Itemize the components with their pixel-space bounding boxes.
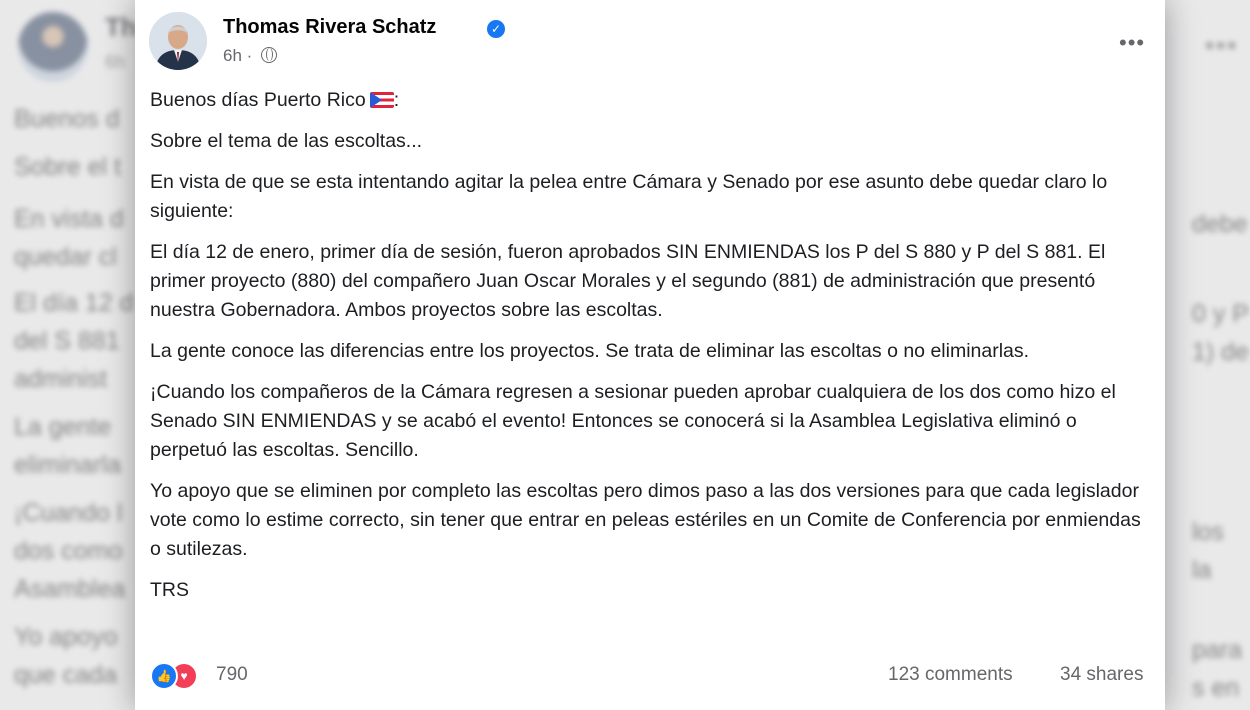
bg-left-line: El día 12 d <box>14 289 134 317</box>
puerto-rico-flag-icon <box>369 92 394 108</box>
post-paragraph: En vista de que se esta intentando agita… <box>150 171 1108 222</box>
post-signature: TRS <box>150 579 189 601</box>
bg-right-line: s en un <box>1192 674 1240 702</box>
post-paragraph: La gente conoce las diferencias entre lo… <box>150 340 1030 362</box>
bg-left-line: eliminarla <box>14 451 121 479</box>
globe-icon <box>261 47 278 63</box>
post-paragraph: Buenos días Puerto Rico: <box>150 89 400 111</box>
post-body: Buenos días Puerto Rico: Sobre el tema d… <box>150 86 1155 617</box>
bg-left-line: Yo apoyo <box>14 623 118 651</box>
like-reaction-icon[interactable]: 👍 <box>150 662 178 690</box>
bg-left-line: del S 881 <box>14 327 120 355</box>
more-options-button[interactable]: ••• <box>1119 30 1145 56</box>
bg-author-fragment: Th <box>105 12 137 42</box>
shares-count-link[interactable]: 34 shares <box>1060 664 1143 686</box>
bg-left-line: La gente <box>14 413 112 441</box>
bg-left-line: Asamblea <box>14 575 126 603</box>
comments-count-link[interactable]: 123 comments <box>888 664 1013 686</box>
verified-badge-icon: ✓ <box>487 20 505 38</box>
bg-left-line: Sobre el t <box>14 153 122 181</box>
post-paragraph: Yo apoyo que se eliminen por completo la… <box>150 480 1141 560</box>
meta-separator: · <box>246 46 253 65</box>
bg-left-line: que cada <box>14 661 117 689</box>
author-name[interactable]: Thomas Rivera Schatz <box>223 16 436 39</box>
post-card: Thomas Rivera Schatz ✓ 6h · ••• Buenos d… <box>135 0 1165 710</box>
bg-time-fragment: 6h <box>105 52 126 72</box>
greeting-text: Buenos días Puerto Rico <box>150 89 366 111</box>
bg-left-line: administ <box>14 365 108 393</box>
avatar[interactable] <box>149 12 207 70</box>
bg-avatar <box>18 12 88 82</box>
bg-right-line: 0 y P <box>1192 300 1249 328</box>
bg-right-line: los <box>1192 518 1224 546</box>
post-paragraph: Sobre el tema de las escoltas... <box>150 130 423 152</box>
post-meta: 6h · <box>223 46 278 66</box>
bg-left-text: Buenos d Sobre el t En vista d quedar cl… <box>14 100 134 694</box>
bg-right-line: la <box>1192 556 1212 584</box>
bg-right-line: 1) de <box>1192 338 1249 366</box>
bg-right-line: para <box>1192 636 1243 664</box>
post-header: Thomas Rivera Schatz ✓ 6h · ••• <box>149 12 1149 74</box>
post-time[interactable]: 6h <box>223 46 242 65</box>
bg-left-line: Buenos d <box>14 105 120 133</box>
post-footer: 👍 ♥ 790 123 comments 34 shares <box>150 662 1150 692</box>
bg-right-text: debe 0 y P 1) de los la para s en un <box>1192 205 1250 707</box>
bg-right-line: debe <box>1192 210 1248 238</box>
reaction-count[interactable]: 790 <box>216 664 248 686</box>
bg-left-line: quedar cl <box>14 243 117 271</box>
bg-left-line: dos como <box>14 537 123 565</box>
bg-left-line: En vista d <box>14 205 124 233</box>
bg-more-icon: ••• <box>1205 30 1239 60</box>
post-paragraph: El día 12 de enero, primer día de sesión… <box>150 241 1106 321</box>
bg-left-line: ¡Cuando l <box>14 499 123 527</box>
post-paragraph: ¡Cuando los compañeros de la Cámara regr… <box>150 381 1116 461</box>
